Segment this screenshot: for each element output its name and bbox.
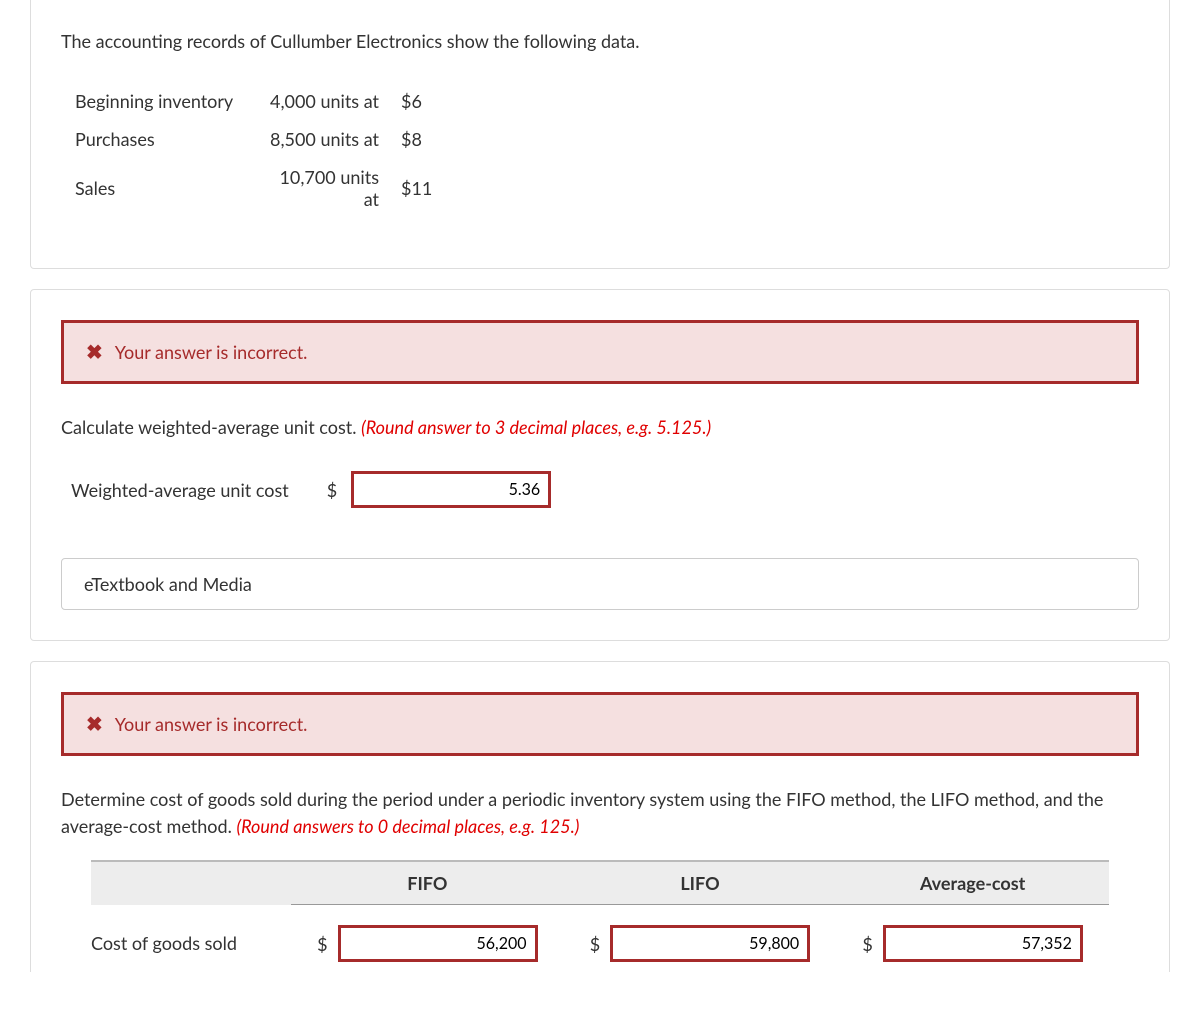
table-row: Beginning inventory 4,000 units at $6 xyxy=(75,82,448,120)
question-data-card: The accounting records of Cullumber Elec… xyxy=(30,0,1170,269)
weighted-avg-row: Weighted-average unit cost $ xyxy=(71,471,1139,508)
lifo-cell: $ xyxy=(564,905,837,963)
alert-text: Your answer is incorrect. xyxy=(115,713,308,735)
prompt-text: Determine cost of goods sold during the … xyxy=(61,788,1103,837)
part2-prompt: Determine cost of goods sold during the … xyxy=(61,786,1139,840)
header-row: FIFO LIFO Average-cost xyxy=(91,861,1109,905)
currency-symbol: $ xyxy=(327,479,337,501)
lifo-header: LIFO xyxy=(564,861,837,905)
row-units: 10,700 units at xyxy=(265,158,395,218)
row-label: Sales xyxy=(75,158,265,218)
fifo-header: FIFO xyxy=(291,861,564,905)
avg-input[interactable] xyxy=(883,925,1083,962)
prompt-text: Calculate weighted-average unit cost. xyxy=(61,416,361,438)
table-row: Sales 10,700 units at $11 xyxy=(75,158,448,218)
currency-symbol: $ xyxy=(317,933,327,955)
x-icon: ✖ xyxy=(86,342,103,362)
cogs-row: Cost of goods sold $ $ $ xyxy=(91,905,1109,963)
part2-card: ✖ Your answer is incorrect. Determine co… xyxy=(30,661,1170,972)
weighted-avg-label: Weighted-average unit cost xyxy=(71,479,289,501)
etextbook-button[interactable]: eTextbook and Media xyxy=(61,558,1139,610)
currency-symbol: $ xyxy=(862,933,872,955)
row-label: Beginning inventory xyxy=(75,82,265,120)
avg-cell: $ xyxy=(836,905,1109,963)
intro-text: The accounting records of Cullumber Elec… xyxy=(61,30,640,52)
fifo-input[interactable] xyxy=(338,925,538,962)
row-price: $11 xyxy=(395,158,448,218)
alert-text: Your answer is incorrect. xyxy=(115,341,308,363)
fifo-cell: $ xyxy=(291,905,564,963)
etextbook-label: eTextbook and Media xyxy=(84,573,252,595)
prompt-hint: (Round answer to 3 decimal places, e.g. … xyxy=(361,416,711,438)
table-row: Purchases 8,500 units at $8 xyxy=(75,120,448,158)
accounting-data-table: Beginning inventory 4,000 units at $6 Pu… xyxy=(75,82,448,218)
currency-symbol: $ xyxy=(590,933,600,955)
row-label: Purchases xyxy=(75,120,265,158)
part1-card: ✖ Your answer is incorrect. Calculate we… xyxy=(30,289,1170,641)
row-units: 4,000 units at xyxy=(265,82,395,120)
question-intro: The accounting records of Cullumber Elec… xyxy=(31,0,1169,62)
avg-header: Average-cost xyxy=(836,861,1109,905)
part1-prompt: Calculate weighted-average unit cost. (R… xyxy=(61,414,1139,441)
lifo-input[interactable] xyxy=(610,925,810,962)
blank-header xyxy=(91,861,291,905)
row-units: 8,500 units at xyxy=(265,120,395,158)
cogs-table: FIFO LIFO Average-cost Cost of goods sol… xyxy=(91,860,1109,962)
incorrect-alert: ✖ Your answer is incorrect. xyxy=(61,692,1139,756)
incorrect-alert: ✖ Your answer is incorrect. xyxy=(61,320,1139,384)
cogs-row-label: Cost of goods sold xyxy=(91,905,291,963)
row-price: $6 xyxy=(395,82,448,120)
x-icon: ✖ xyxy=(86,714,103,734)
row-price: $8 xyxy=(395,120,448,158)
weighted-avg-input[interactable] xyxy=(351,471,551,508)
prompt-hint: (Round answers to 0 decimal places, e.g.… xyxy=(236,815,579,837)
